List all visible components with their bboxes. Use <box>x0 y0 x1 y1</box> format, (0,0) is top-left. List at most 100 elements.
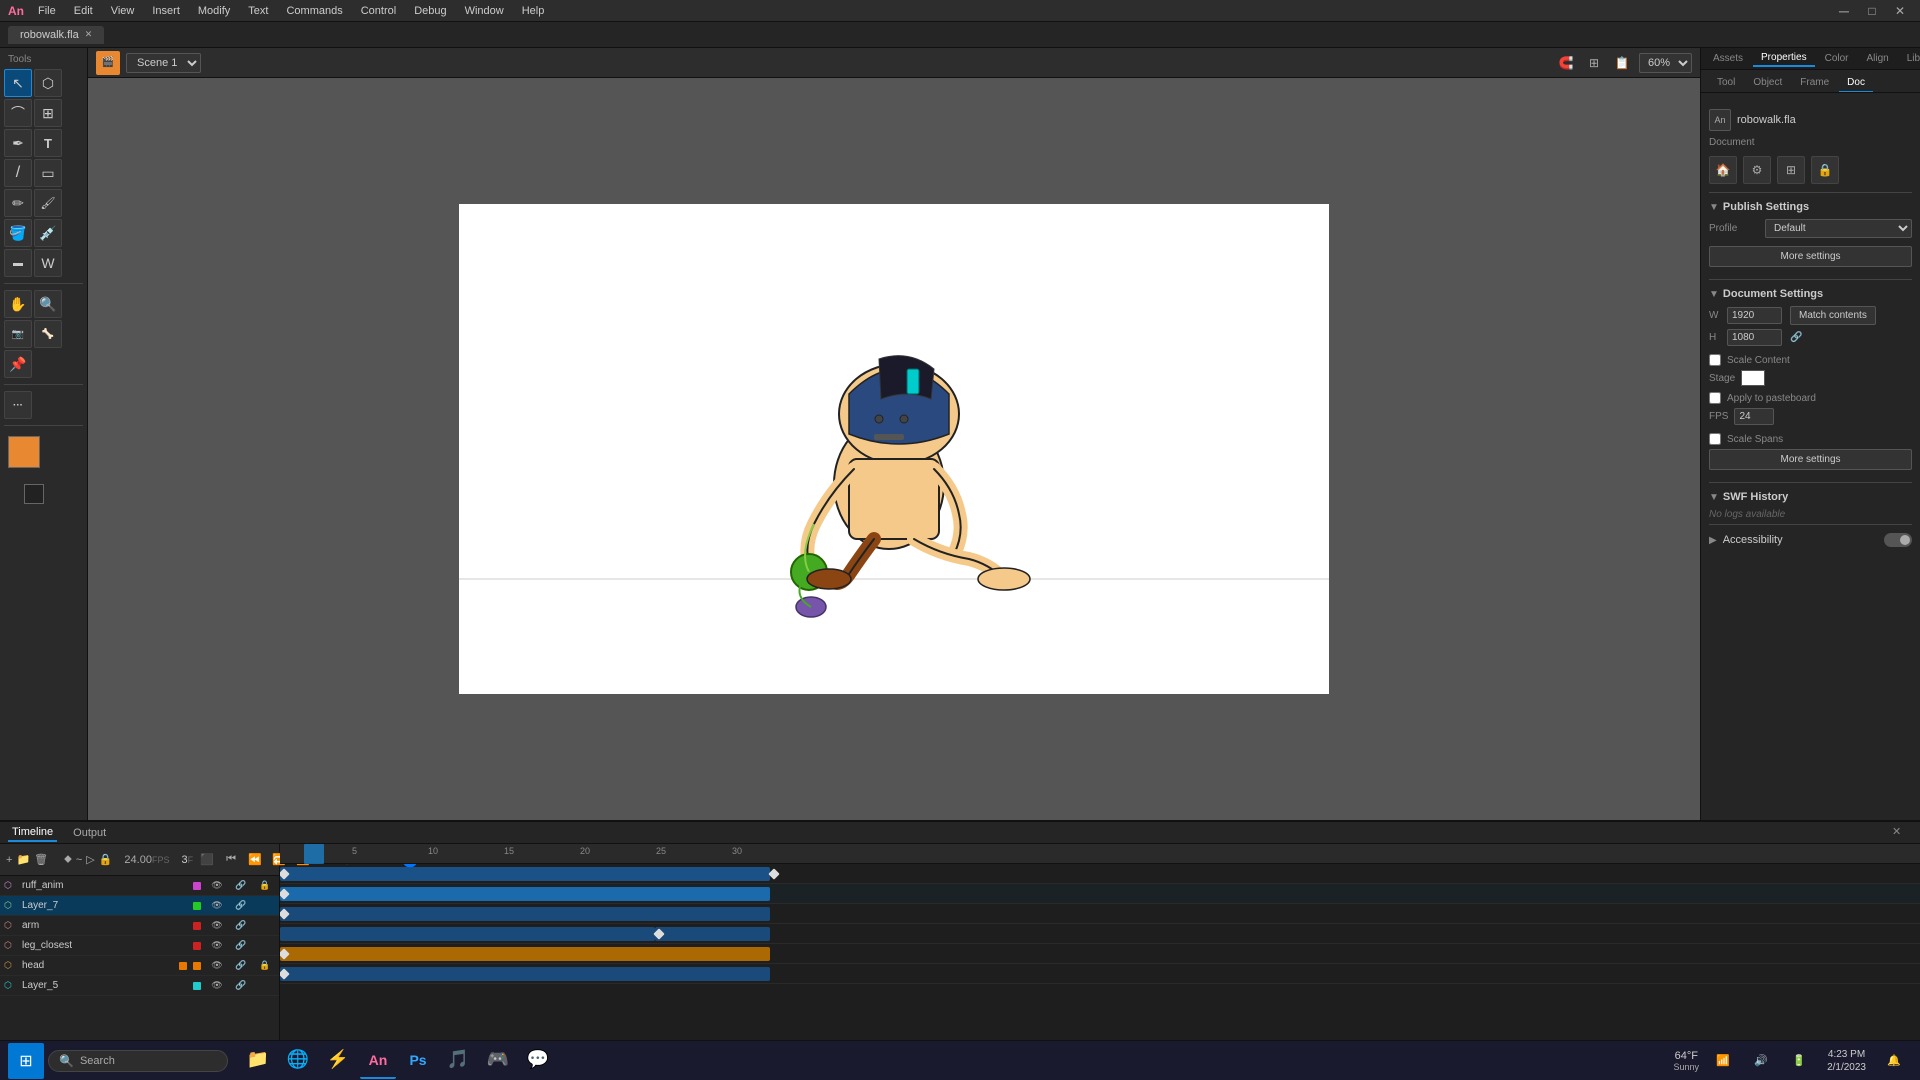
accessibility-toggle[interactable] <box>1884 533 1912 547</box>
tl-shape[interactable]: ▷ <box>86 850 94 870</box>
doc-btn-lock[interactable]: 🔒 <box>1811 156 1839 184</box>
layer-vis-layer7[interactable]: 👁 <box>207 896 227 916</box>
tab-assets[interactable]: Assets <box>1705 51 1751 66</box>
tool-width[interactable]: W <box>34 249 62 277</box>
tool-more[interactable]: ··· <box>4 391 32 419</box>
menu-insert[interactable]: Insert <box>144 3 188 19</box>
layer-lock-layer5[interactable] <box>255 976 275 996</box>
doc-btn-settings[interactable]: ⚙ <box>1743 156 1771 184</box>
tl-add-layer[interactable]: + <box>6 850 12 870</box>
tool-eraser[interactable]: ▬ <box>4 249 32 277</box>
tool-brush[interactable]: 🖌 <box>34 189 62 217</box>
track-head[interactable] <box>280 944 1920 964</box>
tl-folder[interactable]: 📁 <box>16 850 30 870</box>
taskbar-animate[interactable]: An <box>360 1043 396 1079</box>
tl-stop[interactable]: ⬛ <box>197 850 217 870</box>
clip-btn[interactable]: 📋 <box>1611 52 1633 74</box>
menu-text[interactable]: Text <box>240 3 276 19</box>
menu-window[interactable]: Window <box>457 3 512 19</box>
zoom-select[interactable]: 60% <box>1639 53 1692 73</box>
subtab-frame[interactable]: Frame <box>1792 74 1837 92</box>
tool-pin[interactable]: 📌 <box>4 350 32 378</box>
layer-link-head[interactable]: 🔗 <box>231 956 251 976</box>
menu-commands[interactable]: Commands <box>278 3 350 19</box>
taskbar-edge[interactable]: 🌐 <box>280 1043 316 1079</box>
start-button[interactable]: ⊞ <box>8 1043 44 1079</box>
tl-motion[interactable]: ~ <box>76 850 82 870</box>
tab-align[interactable]: Align <box>1859 51 1897 66</box>
layer-vis-head[interactable]: 👁 <box>207 956 227 976</box>
doc-btn-fit[interactable]: ⊞ <box>1777 156 1805 184</box>
fill-color-swatch[interactable] <box>8 436 40 468</box>
tool-selection[interactable]: ↖ <box>4 69 32 97</box>
layer-layer7[interactable]: ⬡ Layer_7 👁 🔗 <box>0 896 279 916</box>
layer-link-ruff[interactable]: 🔗 <box>231 876 251 896</box>
taskbar-search-box[interactable]: 🔍 Search <box>48 1050 228 1072</box>
subtab-tool[interactable]: Tool <box>1709 74 1743 92</box>
snap-btn[interactable]: 🧲 <box>1555 52 1577 74</box>
more-settings-btn-doc[interactable]: More settings <box>1709 449 1912 470</box>
layer-ruff-anim[interactable]: ⬡ ruff_anim 👁 🔗 🔒 <box>0 876 279 896</box>
menu-file[interactable]: File <box>30 3 64 19</box>
tab-properties[interactable]: Properties <box>1753 50 1815 67</box>
tl-lock-all[interactable]: 🔒 <box>99 850 113 870</box>
track-layer7[interactable] <box>280 884 1920 904</box>
swf-history-header[interactable]: ▼ SWF History <box>1709 491 1912 503</box>
file-tab[interactable]: robowalk.fla ✕ <box>8 26 104 44</box>
tool-eyedropper[interactable]: 💉 <box>34 219 62 247</box>
tl-delete[interactable]: 🗑 <box>34 850 48 870</box>
more-settings-btn-publish[interactable]: More settings <box>1709 246 1912 267</box>
tl-keyframe[interactable]: ⬥ <box>64 850 72 870</box>
taskbar-file-explorer[interactable]: 📁 <box>240 1043 276 1079</box>
menu-debug[interactable]: Debug <box>406 3 454 19</box>
menu-view[interactable]: View <box>103 3 143 19</box>
tl-prev-frame[interactable]: ⏮ <box>221 850 241 870</box>
volume-icon[interactable]: 🔊 <box>1743 1043 1779 1079</box>
tool-rect[interactable]: ▭ <box>34 159 62 187</box>
taskbar-chrome[interactable]: ⚡ <box>320 1043 356 1079</box>
scale-spans-checkbox[interactable] <box>1709 433 1721 445</box>
layer-link-layer7[interactable]: 🔗 <box>231 896 251 916</box>
subtab-doc[interactable]: Doc <box>1839 74 1873 92</box>
close-btn[interactable]: ✕ <box>1888 1 1912 21</box>
layer-vis-ruff[interactable]: 👁 <box>207 876 227 896</box>
layer-lock-layer7[interactable] <box>255 896 275 916</box>
tool-zoom[interactable]: 🔍 <box>34 290 62 318</box>
stage-color-picker[interactable] <box>1741 370 1765 386</box>
layer-lock-leg[interactable] <box>255 936 275 956</box>
publish-settings-header[interactable]: ▼ Publish Settings <box>1709 201 1912 213</box>
clock[interactable]: 4:23 PM 2/1/2023 <box>1819 1048 1874 1074</box>
height-input[interactable] <box>1727 329 1782 346</box>
scene-selector[interactable]: Scene 1 <box>126 53 201 73</box>
stage[interactable] <box>459 204 1329 694</box>
layer-lock-ruff[interactable]: 🔒 <box>255 876 275 896</box>
menu-help[interactable]: Help <box>514 3 553 19</box>
layer-link-layer5[interactable]: 🔗 <box>231 976 251 996</box>
doc-btn-home[interactable]: 🏠 <box>1709 156 1737 184</box>
layer-layer5[interactable]: ⬡ Layer_5 👁 🔗 <box>0 976 279 996</box>
menu-modify[interactable]: Modify <box>190 3 238 19</box>
layer-head[interactable]: ⬡ head 👁 🔗 🔒 <box>0 956 279 976</box>
profile-select[interactable]: Default <box>1765 219 1912 238</box>
tool-pen[interactable]: ✒ <box>4 129 32 157</box>
tool-hand[interactable]: ✋ <box>4 290 32 318</box>
track-arm[interactable] <box>280 904 1920 924</box>
grid-btn[interactable]: ⊞ <box>1583 52 1605 74</box>
menu-edit[interactable]: Edit <box>66 3 101 19</box>
tool-subselection[interactable]: ⬡ <box>34 69 62 97</box>
timeline-tab[interactable]: Timeline <box>8 824 57 842</box>
layer-leg-closest[interactable]: ⬡ leg_closest 👁 🔗 <box>0 936 279 956</box>
taskbar-photoshop[interactable]: Ps <box>400 1043 436 1079</box>
battery-icon[interactable]: 🔋 <box>1781 1043 1817 1079</box>
tool-lasso[interactable]: ⌒ <box>4 99 32 127</box>
layer-vis-layer5[interactable]: 👁 <box>207 976 227 996</box>
layer-lock-head[interactable]: 🔒 <box>255 956 275 976</box>
taskbar-app8[interactable]: 💬 <box>520 1043 556 1079</box>
tab-library[interactable]: Library <box>1899 51 1920 66</box>
minimize-btn[interactable]: ─ <box>1832 1 1856 21</box>
taskbar-app6[interactable]: 🎵 <box>440 1043 476 1079</box>
apply-pasteboard-checkbox[interactable] <box>1709 392 1721 404</box>
layer-link-arm[interactable]: 🔗 <box>231 916 251 936</box>
notification-icon[interactable]: 🔔 <box>1876 1043 1912 1079</box>
taskbar-app7[interactable]: 🎮 <box>480 1043 516 1079</box>
